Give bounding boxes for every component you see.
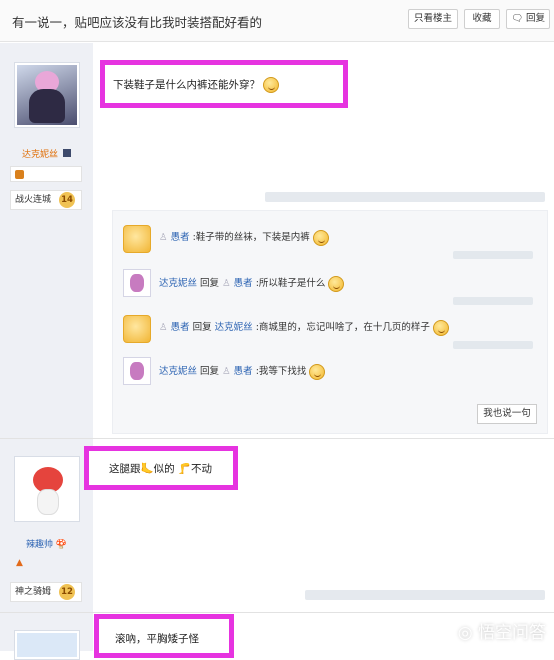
smile-emoji-icon <box>328 275 345 292</box>
smile-emoji-icon <box>309 363 326 380</box>
fire-icon: ▲ <box>16 558 23 568</box>
badge-box: ▲ <box>10 557 82 573</box>
thread-title: 有一说一，贴吧应该没有比我时装搭配好看的 <box>12 15 263 30</box>
highlight-box: 滚吶，平胸矮子怪 <box>94 614 234 658</box>
avatar[interactable] <box>14 630 80 660</box>
post-content: 下装鞋子是什么内裤还能外穿？ <box>113 79 260 91</box>
smile-emoji-icon <box>312 229 329 246</box>
say-something-button[interactable]: 我也说一句 <box>477 404 537 424</box>
only-op-button[interactable]: 只看楼主 <box>408 9 458 29</box>
username-text: 辣趣帅 <box>26 540 54 550</box>
reply-label: 回复 <box>200 366 220 377</box>
avatar[interactable] <box>123 315 151 343</box>
reply-item: ♙ 愚者 :鞋子带的丝袜，下装是内裤 <box>113 221 549 259</box>
post-divider <box>0 612 554 613</box>
reply-item: 达克妮丝 回复 ♙ 愚者 :我等下找找 <box>113 355 549 389</box>
post-divider <box>0 438 554 439</box>
highlight-box: 这腿跟🦶似的 🦵不动 <box>84 446 238 490</box>
level-name: 神之骑姆 <box>15 587 52 597</box>
reply-target[interactable]: 愚者 <box>234 366 253 377</box>
chat-bubble-icon: ◎ <box>457 623 473 643</box>
reply-text: :我等下找找 <box>255 366 307 377</box>
reply-button[interactable]: 🗨 回复 <box>506 9 550 29</box>
blurred-area <box>453 341 533 349</box>
blurred-area <box>265 192 545 202</box>
username[interactable]: 达克妮丝 <box>22 147 71 160</box>
username-text: 达克妮丝 <box>22 150 59 160</box>
level-number: 12 <box>59 584 75 600</box>
user-icon: ♙ <box>159 322 168 333</box>
reply-label: 回复 <box>526 13 546 24</box>
highlight-box: 下装鞋子是什么内裤还能外穿？ <box>100 60 348 108</box>
badge-box <box>10 166 82 182</box>
avatar[interactable] <box>123 269 151 297</box>
comment-icon: 🗨 <box>510 13 523 24</box>
reply-text: :鞋子带的丝袜，下装是内裤 <box>192 232 310 243</box>
favorite-button[interactable]: 收藏 <box>464 9 500 29</box>
reply-target[interactable]: 愚者 <box>234 278 253 289</box>
user-icon: ♙ <box>222 366 231 377</box>
reply-target[interactable]: 达克妮丝 <box>215 322 253 333</box>
smile-emoji-icon <box>263 77 280 93</box>
avatar[interactable] <box>14 456 80 522</box>
avatar[interactable] <box>123 357 151 385</box>
blurred-area <box>305 590 545 600</box>
post-content: 滚吶，平胸矮子怪 <box>115 633 199 645</box>
post-content: 这腿跟🦶似的 🦵不动 <box>109 463 212 475</box>
reply-item: 达克妮丝 回复 ♙ 愚者 :所以鞋子是什么 <box>113 267 549 305</box>
vip-icon <box>62 149 71 157</box>
smile-emoji-icon <box>432 319 449 336</box>
avatar[interactable] <box>123 225 151 253</box>
watermark: ◎ 悟空问答 <box>458 618 546 643</box>
username[interactable]: 辣趣帅 🍄 <box>26 537 67 550</box>
blurred-area <box>453 297 533 305</box>
reply-label: 回复 <box>192 322 212 333</box>
reply-username[interactable]: 愚者 <box>171 322 190 333</box>
reply-text: :所以鞋子是什么 <box>255 278 326 289</box>
blurred-area <box>453 251 533 259</box>
reply-username[interactable]: 达克妮丝 <box>159 366 197 377</box>
level-box[interactable]: 神之骑姆 12 <box>10 582 82 602</box>
reply-username[interactable]: 达克妮丝 <box>159 278 197 289</box>
user-icon: ♙ <box>159 232 168 243</box>
reply-text: :商城里的，忘记叫啥了，在十几页的样子 <box>255 322 430 333</box>
reply-item: ♙ 愚者 回复 达克妮丝 :商城里的，忘记叫啥了，在十几页的样子 <box>113 311 549 349</box>
mushroom-icon: 🍄 <box>55 540 68 550</box>
level-box[interactable]: 战火连城 14 <box>10 190 82 210</box>
level-number: 14 <box>59 192 75 208</box>
badge-icon <box>15 170 24 179</box>
thread-header: 有一说一，贴吧应该没有比我时装搭配好看的 只看楼主 收藏 🗨 回复 <box>0 0 554 42</box>
watermark-text: 悟空问答 <box>478 623 546 643</box>
reply-label: 回复 <box>200 278 220 289</box>
reply-username[interactable]: 愚者 <box>171 232 190 243</box>
level-name: 战火连城 <box>15 195 52 205</box>
avatar[interactable] <box>14 62 80 128</box>
reply-thread: ♙ 愚者 :鞋子带的丝袜，下装是内裤 达克妮丝 回复 ♙ 愚者 :所以鞋子是什么… <box>112 210 548 434</box>
user-icon: ♙ <box>222 278 231 289</box>
